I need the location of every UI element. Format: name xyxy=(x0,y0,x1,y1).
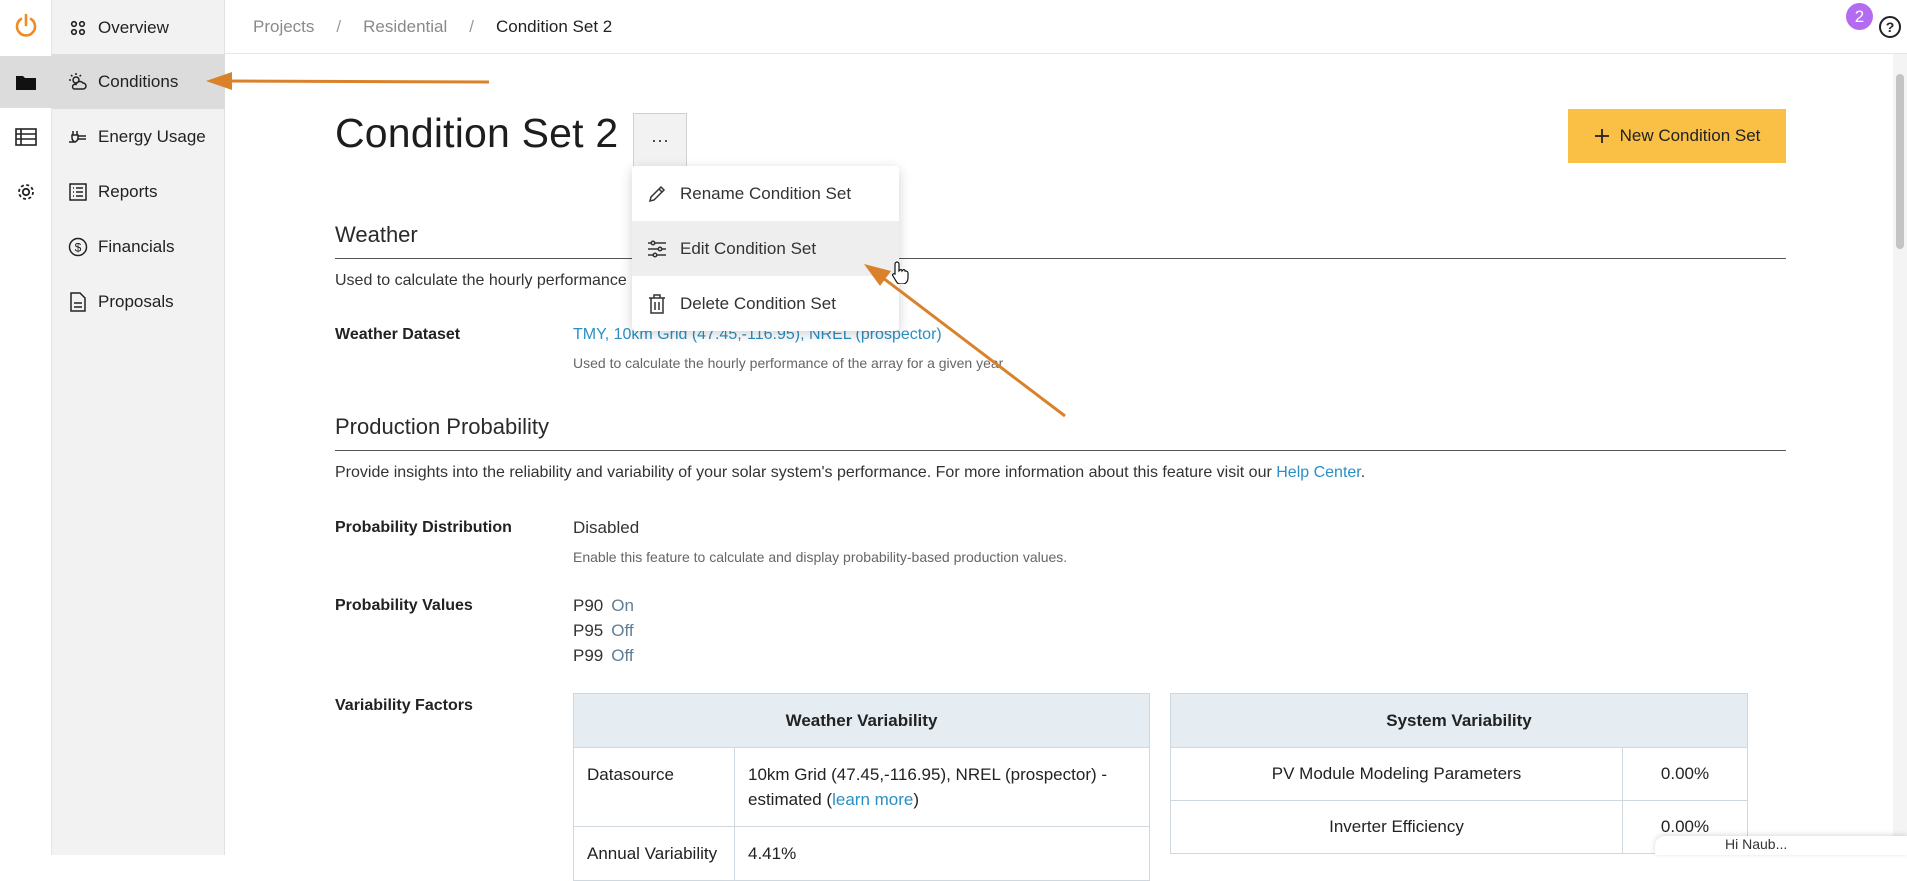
production-description: Provide insights into the reliability an… xyxy=(335,464,1365,482)
plus-icon xyxy=(1594,129,1609,143)
probability-value-state: On xyxy=(611,596,634,615)
weather-variability-table: Weather Variability Datasource 10km Grid… xyxy=(573,693,1150,881)
document-icon xyxy=(68,291,88,312)
probability-value-state: Off xyxy=(611,621,634,640)
projects-folder-icon[interactable] xyxy=(0,56,52,108)
power-logo-icon[interactable] xyxy=(0,0,52,52)
help-icon[interactable]: ? xyxy=(1879,16,1901,38)
sidebar-item-label: Conditions xyxy=(98,71,179,91)
chat-widget-peek[interactable]: Hi Naub... xyxy=(1655,836,1907,855)
notification-badge[interactable]: 2 xyxy=(1846,3,1873,30)
section-sidebar: Overview Conditions Energy Usage Reports… xyxy=(52,0,225,855)
probability-value-row: P90 On xyxy=(573,596,634,616)
table-header: System Variability xyxy=(1170,693,1748,748)
table-cell-key: PV Module Modeling Parameters xyxy=(1170,747,1623,801)
overview-icon xyxy=(68,18,88,38)
learn-more-link[interactable]: learn more xyxy=(832,790,913,809)
scrollbar[interactable] xyxy=(1893,54,1907,855)
probability-distribution-help: Enable this feature to calculate and dis… xyxy=(573,549,1068,565)
datasource-tail: ) xyxy=(913,790,920,809)
sidebar-item-label: Overview xyxy=(98,17,169,37)
probability-value-name: P90 xyxy=(573,596,604,615)
menu-item-label: Delete Condition Set xyxy=(680,293,836,313)
rename-condition-set-item[interactable]: Rename Condition Set xyxy=(632,166,899,221)
sidebar-item-label: Energy Usage xyxy=(98,126,206,146)
probability-values-label: Probability Values xyxy=(335,597,473,614)
table-cell-value: 10km Grid (47.45,-116.95), NREL (prospec… xyxy=(734,747,1150,827)
weather-dataset-label: Weather Dataset xyxy=(335,326,461,343)
dollar-icon: $ xyxy=(68,237,88,257)
weather-description: Used to calculate the hourly performance xyxy=(335,272,627,289)
sidebar-item-label: Reports xyxy=(98,181,158,201)
pencil-icon xyxy=(646,183,668,205)
arrow-to-conditions xyxy=(206,72,490,90)
page-title: Condition Set 2 xyxy=(335,110,619,156)
table-cell-value: 4.41% xyxy=(734,826,1150,881)
sidebar-item-reports[interactable]: Reports xyxy=(52,164,225,219)
sidebar-item-overview[interactable]: Overview xyxy=(52,0,225,55)
help-center-link[interactable]: Help Center xyxy=(1276,464,1361,481)
plug-icon xyxy=(68,127,88,147)
sidebar-item-financials[interactable]: $ Financials xyxy=(52,219,225,274)
production-description-period: . xyxy=(1360,464,1366,481)
options-dropdown-menu: Rename Condition Set Edit Condition Set … xyxy=(632,166,899,331)
more-options-button[interactable]: ··· xyxy=(633,113,687,167)
probability-value-row: P95 Off xyxy=(573,621,634,641)
svg-text:$: $ xyxy=(75,240,82,254)
delete-condition-set-item[interactable]: Delete Condition Set xyxy=(632,276,899,331)
probability-distribution-label: Probability Distribution xyxy=(335,519,512,536)
gear-icon[interactable] xyxy=(0,166,52,218)
sidebar-item-proposals[interactable]: Proposals xyxy=(52,274,225,329)
section-divider xyxy=(335,450,1786,451)
hand-cursor-icon xyxy=(892,261,909,284)
sliders-icon xyxy=(646,238,668,260)
section-divider xyxy=(335,258,1786,259)
sidebar-item-conditions[interactable]: Conditions xyxy=(52,54,225,109)
breadcrumb-residential[interactable]: Residential xyxy=(363,17,447,37)
table-row: Annual Variability 4.41% xyxy=(573,826,1150,881)
table-cell-key: Inverter Efficiency xyxy=(1170,800,1623,854)
probability-value-name: P99 xyxy=(573,646,604,665)
breadcrumb-separator: / xyxy=(469,17,474,36)
production-description-text: Provide insights into the reliability an… xyxy=(335,464,1272,481)
weather-dataset-help: Used to calculate the hourly performance… xyxy=(573,355,1004,371)
table-cell-value: 0.00% xyxy=(1622,747,1748,801)
system-variability-table: System Variability PV Module Modeling Pa… xyxy=(1170,693,1748,854)
weather-heading: Weather xyxy=(335,222,418,247)
reports-icon xyxy=(68,182,88,202)
new-condition-set-label: New Condition Set xyxy=(1619,126,1761,145)
breadcrumb-current: Condition Set 2 xyxy=(496,17,613,36)
table-cell-key: Datasource xyxy=(573,747,735,827)
sidebar-item-label: Financials xyxy=(98,236,175,256)
breadcrumb-projects[interactable]: Projects xyxy=(253,17,314,37)
breadcrumb-separator: / xyxy=(336,17,342,36)
table-row: Datasource 10km Grid (47.45,-116.95), NR… xyxy=(573,747,1150,827)
icon-rail xyxy=(0,0,52,855)
table-cell-key: Annual Variability xyxy=(573,826,735,881)
menu-item-label: Edit Condition Set xyxy=(680,238,817,258)
datasource-value: 10km Grid (47.45,-116.95), NREL (prospec… xyxy=(748,765,1108,809)
variability-factors-label: Variability Factors xyxy=(335,697,473,714)
table-header: Weather Variability xyxy=(573,693,1150,748)
sidebar-item-label: Proposals xyxy=(98,291,174,311)
trash-icon xyxy=(646,293,668,315)
top-bar: Projects / Residential / Condition Set 2… xyxy=(225,0,1907,54)
list-table-icon[interactable] xyxy=(0,111,52,163)
breadcrumb: Projects / Residential / Condition Set 2 xyxy=(253,17,612,37)
menu-item-label: Rename Condition Set xyxy=(680,183,852,203)
conditions-icon xyxy=(68,72,88,92)
scrollbar-thumb[interactable] xyxy=(1896,74,1904,249)
edit-condition-set-item[interactable]: Edit Condition Set xyxy=(632,221,899,276)
probability-value-state: Off xyxy=(611,646,634,665)
table-row: PV Module Modeling Parameters 0.00% xyxy=(1170,747,1748,801)
probability-value-row: P99 Off xyxy=(573,646,634,666)
new-condition-set-button[interactable]: New Condition Set xyxy=(1568,109,1786,163)
probability-value-name: P95 xyxy=(573,621,604,640)
probability-distribution-value: Disabled xyxy=(573,518,640,537)
sidebar-item-energy-usage[interactable]: Energy Usage xyxy=(52,109,225,164)
production-probability-heading: Production Probability xyxy=(335,414,550,439)
